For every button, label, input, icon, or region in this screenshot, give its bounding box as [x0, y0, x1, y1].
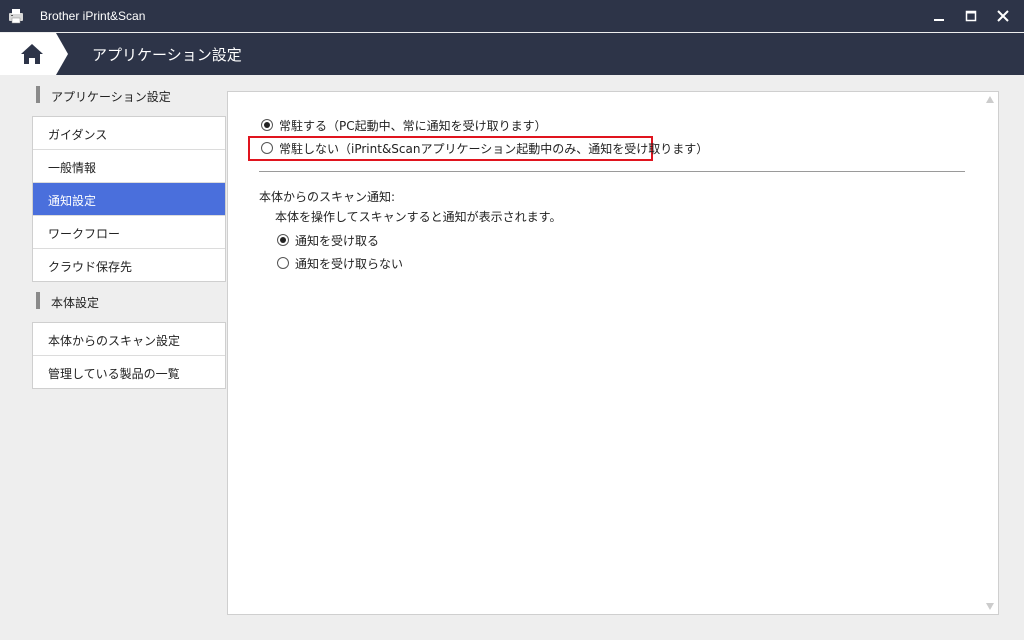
title-bar[interactable]: Brother iPrint&Scan — [0, 0, 1024, 32]
maximize-icon — [965, 10, 977, 22]
close-button[interactable] — [988, 0, 1018, 32]
scan-notification-title: 本体からのスキャン通知: — [259, 190, 396, 204]
window-title: Brother iPrint&Scan — [40, 9, 146, 23]
sidebar-item-guidance[interactable]: ガイダンス — [33, 117, 225, 149]
app-window: Brother iPrint&Scan アプリケーション設定 アプリケーション設… — [0, 0, 1024, 640]
radio-unselected-icon — [261, 142, 273, 154]
printer-icon — [8, 8, 24, 24]
maximize-button[interactable] — [956, 0, 986, 32]
app-settings-list: ガイダンス 一般情報 通知設定 ワークフロー クラウド保存先 — [32, 116, 226, 282]
section-divider — [259, 171, 965, 172]
radio-selected-icon — [261, 119, 273, 131]
scan-notification-description: 本体を操作してスキャンすると通知が表示されます。 — [275, 210, 562, 224]
sidebar-item-managed-products[interactable]: 管理している製品の一覧 — [33, 355, 225, 388]
sidebar-section-device: 本体設定 — [32, 282, 226, 322]
section-label: アプリケーション設定 — [51, 90, 171, 104]
radio-selected-icon — [277, 234, 289, 246]
sidebar-item-notification-settings[interactable]: 通知設定 — [33, 182, 225, 215]
sidebar-item-workflow[interactable]: ワークフロー — [33, 215, 225, 248]
sidebar-item-cloud-destination[interactable]: クラウド保存先 — [33, 248, 225, 281]
home-button[interactable] — [0, 33, 70, 75]
breadcrumb-current: アプリケーション設定 — [92, 46, 242, 64]
minimize-icon — [934, 19, 944, 21]
settings-panel: 常駐する（PC起動中、常に通知を受け取ります） 常駐しない（iPrint&Sca… — [227, 91, 999, 615]
scroll-up-arrow-icon[interactable] — [986, 96, 994, 103]
section-marker — [36, 86, 40, 103]
scroll-down-arrow-icon[interactable] — [986, 603, 994, 610]
section-marker — [36, 292, 40, 309]
navigation-bar: アプリケーション設定 — [0, 33, 1024, 75]
sidebar-item-general-info[interactable]: 一般情報 — [33, 149, 225, 182]
minimize-button[interactable] — [924, 0, 954, 32]
sidebar: アプリケーション設定 ガイダンス 一般情報 通知設定 ワークフロー クラウド保存… — [32, 76, 226, 389]
sidebar-section-app: アプリケーション設定 — [32, 76, 226, 116]
section-label: 本体設定 — [51, 296, 100, 310]
radio-unselected-icon — [277, 257, 289, 269]
close-icon — [997, 10, 1009, 22]
sidebar-item-scan-from-device[interactable]: 本体からのスキャン設定 — [33, 323, 225, 355]
device-settings-list: 本体からのスキャン設定 管理している製品の一覧 — [32, 322, 226, 389]
